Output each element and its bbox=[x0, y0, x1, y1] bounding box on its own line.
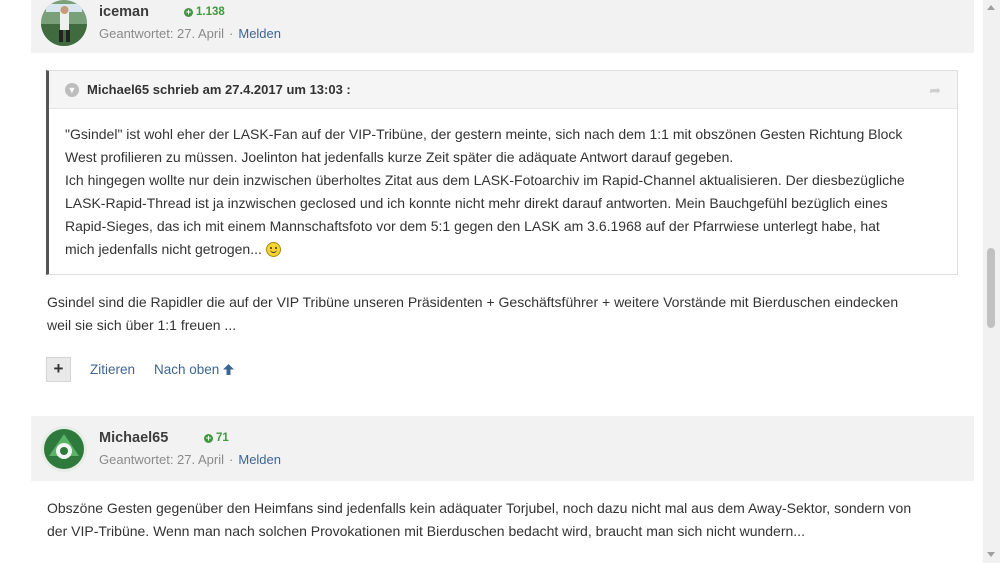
author-name[interactable]: iceman bbox=[99, 4, 149, 20]
post-meta: Geantwortet: 27. April · Melden bbox=[99, 26, 281, 41]
reputation-count: 71 bbox=[216, 432, 229, 444]
post-line: der VIP-Tribüne. Wenn man nach solchen P… bbox=[47, 523, 805, 539]
report-link[interactable]: Melden bbox=[238, 26, 281, 41]
quote-line: Rapid-Sieges, das ich mit einem Mannscha… bbox=[65, 218, 880, 234]
plus-circle-icon: + bbox=[184, 6, 193, 17]
quote-body: "Gsindel" ist wohl eher der LASK-Fan auf… bbox=[49, 109, 957, 261]
post-header-iceman: iceman + 1.138 Geantwortet: 27. April · Me… bbox=[31, 0, 974, 53]
post-header-michael65: Michael65 + 71 Geantwortet: 27. April · Me… bbox=[31, 416, 974, 481]
post-content: Obszöne Gesten gegenüber den Heimfans si… bbox=[47, 497, 911, 543]
post-actions: + Zitieren Nach oben bbox=[46, 357, 235, 382]
post-meta: Geantwortet: 27. April · Melden bbox=[99, 452, 281, 467]
scrollbar[interactable] bbox=[983, 0, 1000, 563]
quote-line: Ich hingegen wollte nur dein inzwischen … bbox=[65, 172, 905, 188]
quote-header[interactable]: ▼ Michael65 schrieb am 27.4.2017 um 13:0… bbox=[49, 71, 957, 109]
separator: · bbox=[229, 452, 234, 467]
avatar-iceman[interactable] bbox=[41, 0, 87, 46]
answered-date: Geantwortet: 27. April bbox=[99, 452, 225, 467]
quote-button[interactable]: Zitieren bbox=[90, 362, 135, 377]
plus-circle-icon: + bbox=[204, 432, 213, 443]
back-to-top-link[interactable]: Nach oben bbox=[154, 362, 235, 377]
scroll-up-arrow[interactable] bbox=[987, 5, 995, 10]
plus-button[interactable]: + bbox=[46, 357, 71, 382]
quote-line: West profilieren zu müssen. Joelinton ha… bbox=[65, 149, 734, 165]
answered-date: Geantwortet: 27. April bbox=[99, 26, 225, 41]
quote-line-last: mich jedenfalls nicht getrogen... bbox=[65, 238, 941, 261]
back-to-top-label: Nach oben bbox=[154, 362, 220, 377]
post-line: weil sie sich über 1:1 freuen ... bbox=[47, 317, 237, 333]
quote-block: ▼ Michael65 schrieb am 27.4.2017 um 13:0… bbox=[46, 70, 958, 275]
author-name[interactable]: Michael65 bbox=[99, 430, 168, 446]
quote-line: "Gsindel" ist wohl eher der LASK-Fan auf… bbox=[65, 126, 903, 142]
scroll-down-arrow[interactable] bbox=[987, 552, 995, 557]
quote-line: LASK-Rapid-Thread ist ja inzwischen gecl… bbox=[65, 195, 888, 211]
post-line: Gsindel sind die Rapidler die auf der VI… bbox=[47, 294, 899, 310]
separator: · bbox=[229, 26, 234, 41]
quote-line: mich jedenfalls nicht getrogen... bbox=[65, 241, 262, 257]
reputation-count: 1.138 bbox=[196, 6, 225, 18]
post-content: Gsindel sind die Rapidler die auf der VI… bbox=[47, 291, 898, 337]
avatar-michael65[interactable] bbox=[41, 426, 87, 472]
chevron-down-icon[interactable]: ▼ bbox=[65, 82, 79, 97]
scroll-thumb[interactable] bbox=[987, 248, 995, 328]
smiley-icon bbox=[265, 242, 281, 257]
share-arrow-icon[interactable]: ➦ bbox=[929, 82, 941, 99]
quote-citation: Michael65 schrieb am 27.4.2017 um 13:03 … bbox=[87, 82, 351, 97]
reputation-badge: + 71 bbox=[204, 432, 229, 444]
report-link[interactable]: Melden bbox=[238, 452, 281, 467]
post-line: Obszöne Gesten gegenüber den Heimfans si… bbox=[47, 500, 912, 516]
reputation-badge: + 1.138 bbox=[184, 6, 225, 18]
arrow-up-icon bbox=[223, 364, 235, 375]
